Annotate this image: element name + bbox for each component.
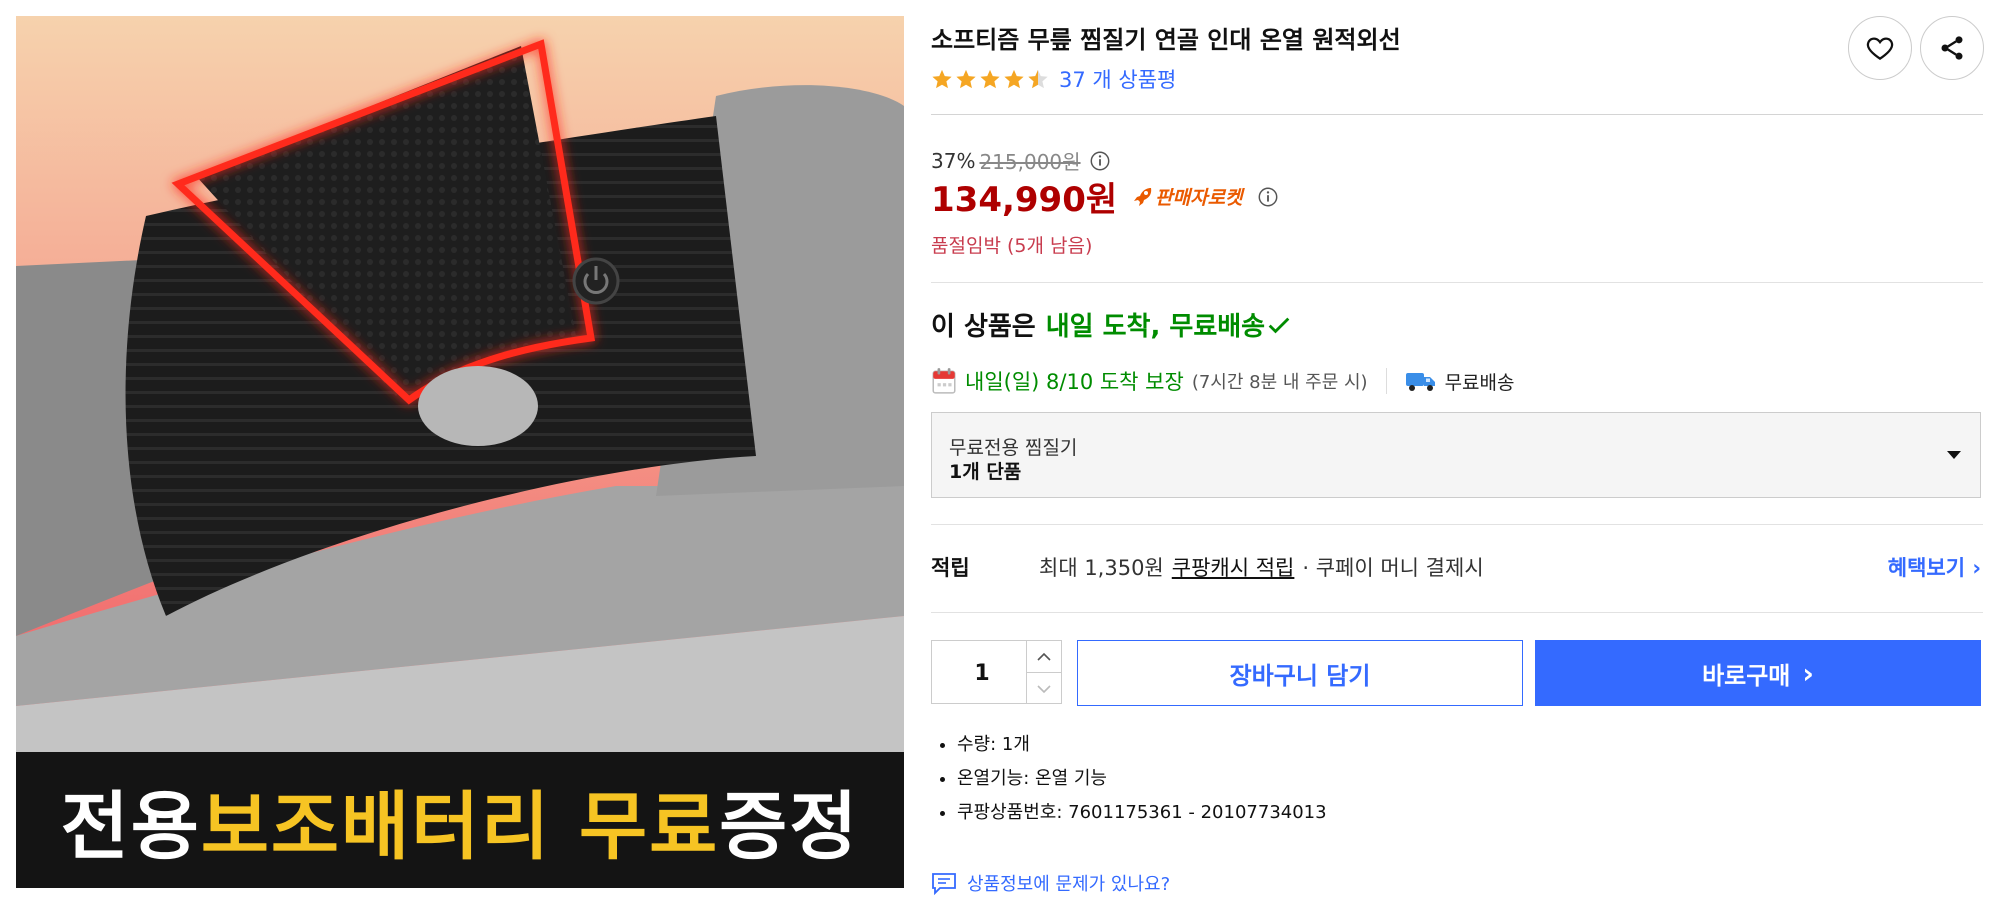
spec-item: 온열기능: 온열 기능	[957, 764, 1327, 790]
caret-down-icon	[1947, 451, 1961, 459]
option-name: 무료전용 찜질기	[949, 437, 1078, 459]
promo-banner: 전용 보조배터리 무료 증정	[16, 752, 904, 888]
reward-row: 적립 최대 1,350원 쿠팡캐시 적립 · 쿠페이 머니 결제시 혜택보기 ›	[931, 552, 1981, 582]
divider	[931, 282, 1983, 283]
quantity-input[interactable]	[932, 641, 1032, 705]
buy-now-button[interactable]: 바로구매 ›	[1535, 640, 1981, 706]
sale-price: 134,990원	[931, 180, 1118, 220]
rating-stars	[931, 68, 1049, 90]
divider	[931, 524, 1983, 525]
wishlist-button[interactable]	[1848, 16, 1912, 80]
heart-icon	[1866, 37, 1894, 60]
delivery-headline: 이 상품은 내일 도착, 무료배송	[931, 306, 1293, 343]
seller-rocket-badge: 판매자로켓	[1131, 183, 1243, 210]
rating-row: 37 개 상품평	[931, 64, 1176, 94]
buy-now-label: 바로구매	[1702, 661, 1791, 690]
product-title: 소프티즘 무릎 찜질기 연골 인대 온열 원적외선	[931, 26, 1401, 54]
chevron-up-icon	[1037, 652, 1051, 661]
quantity-increase-button[interactable]	[1027, 641, 1061, 672]
delivery-headline-prefix: 이 상품은	[931, 312, 1036, 342]
original-price: 215,000원	[979, 150, 1081, 174]
check-icon	[1268, 317, 1290, 333]
banner-text-1: 전용	[60, 783, 201, 870]
share-icon	[1941, 36, 1963, 60]
divider	[931, 114, 1983, 115]
stock-notice: 품절임박 (5개 남음)	[931, 235, 1093, 257]
reward-condition: · 쿠페이 머니 결제시	[1302, 556, 1484, 580]
rocket-icon	[1134, 187, 1152, 206]
discount-row: 37% 215,000원	[931, 146, 1111, 175]
product-image[interactable]: 전용 보조배터리 무료 증정	[16, 16, 904, 888]
add-to-cart-button[interactable]: 장바구니 담기	[1077, 640, 1523, 706]
free-shipping-label: 무료배송	[1444, 371, 1515, 394]
spec-item: 수량: 1개	[957, 730, 1327, 756]
delivery-headline-highlight: 내일 도착, 무료배송	[1045, 312, 1266, 342]
seller-rocket-label: 판매자로켓	[1155, 187, 1243, 209]
share-button[interactable]	[1920, 16, 1984, 80]
report-issue-label: 상품정보에 문제가 있나요?	[967, 874, 1171, 895]
separator	[1385, 368, 1387, 394]
star-full-icon	[980, 69, 1000, 89]
add-to-cart-label: 장바구니 담기	[1229, 661, 1371, 690]
option-select[interactable]: 무료전용 찜질기 1개 단품	[931, 412, 1981, 498]
product-info-panel: 소프티즘 무릎 찜질기 연골 인대 온열 원적외선 37 개 상품평 37% 2…	[931, 0, 1984, 909]
reward-label: 적립	[931, 556, 970, 580]
quantity-buttons	[1026, 641, 1061, 703]
info-icon[interactable]	[1257, 186, 1279, 208]
coupang-cash-link[interactable]: 쿠팡캐시 적립	[1172, 552, 1295, 582]
star-full-icon	[956, 69, 976, 89]
report-issue-link[interactable]: 상품정보에 문제가 있나요?	[931, 870, 1170, 896]
info-icon[interactable]	[1089, 150, 1111, 172]
divider	[931, 612, 1983, 613]
price-row: 134,990원 판매자로켓	[931, 172, 1279, 221]
discount-rate: 37%	[931, 148, 976, 173]
calendar-icon	[932, 368, 956, 394]
banner-text-2: 보조배터리 무료	[200, 783, 720, 870]
star-half-icon	[1028, 69, 1048, 89]
spec-list: 수량: 1개 온열기능: 온열 기능 쿠팡상품번호: 7601175361 - …	[955, 730, 1327, 832]
banner-text-3: 증정	[719, 783, 860, 870]
view-benefits-link[interactable]: 혜택보기 ›	[1888, 552, 1981, 582]
reward-amount: 최대 1,350원	[1039, 556, 1164, 580]
spec-item: 쿠팡상품번호: 7601175361 - 20107734013	[957, 798, 1327, 824]
option-value: 1개 단품	[949, 461, 1022, 483]
arrival-date: 내일(일) 8/10 도착 보장	[965, 370, 1184, 394]
chevron-down-icon	[1037, 684, 1051, 693]
delivery-row: 내일(일) 8/10 도착 보장 (7시간 8분 내 주문 시) 무료배송	[931, 366, 1515, 396]
truck-icon	[1405, 373, 1435, 391]
quantity-stepper	[931, 640, 1062, 705]
review-count-link[interactable]: 37 개 상품평	[1059, 64, 1176, 94]
chevron-right-icon: ›	[1802, 656, 1814, 690]
quantity-decrease-button[interactable]	[1027, 672, 1061, 704]
chat-bubble-icon	[932, 873, 956, 895]
star-full-icon	[932, 69, 952, 89]
star-full-icon	[1004, 69, 1024, 89]
order-cutoff: (7시간 8분 내 주문 시)	[1191, 372, 1368, 393]
